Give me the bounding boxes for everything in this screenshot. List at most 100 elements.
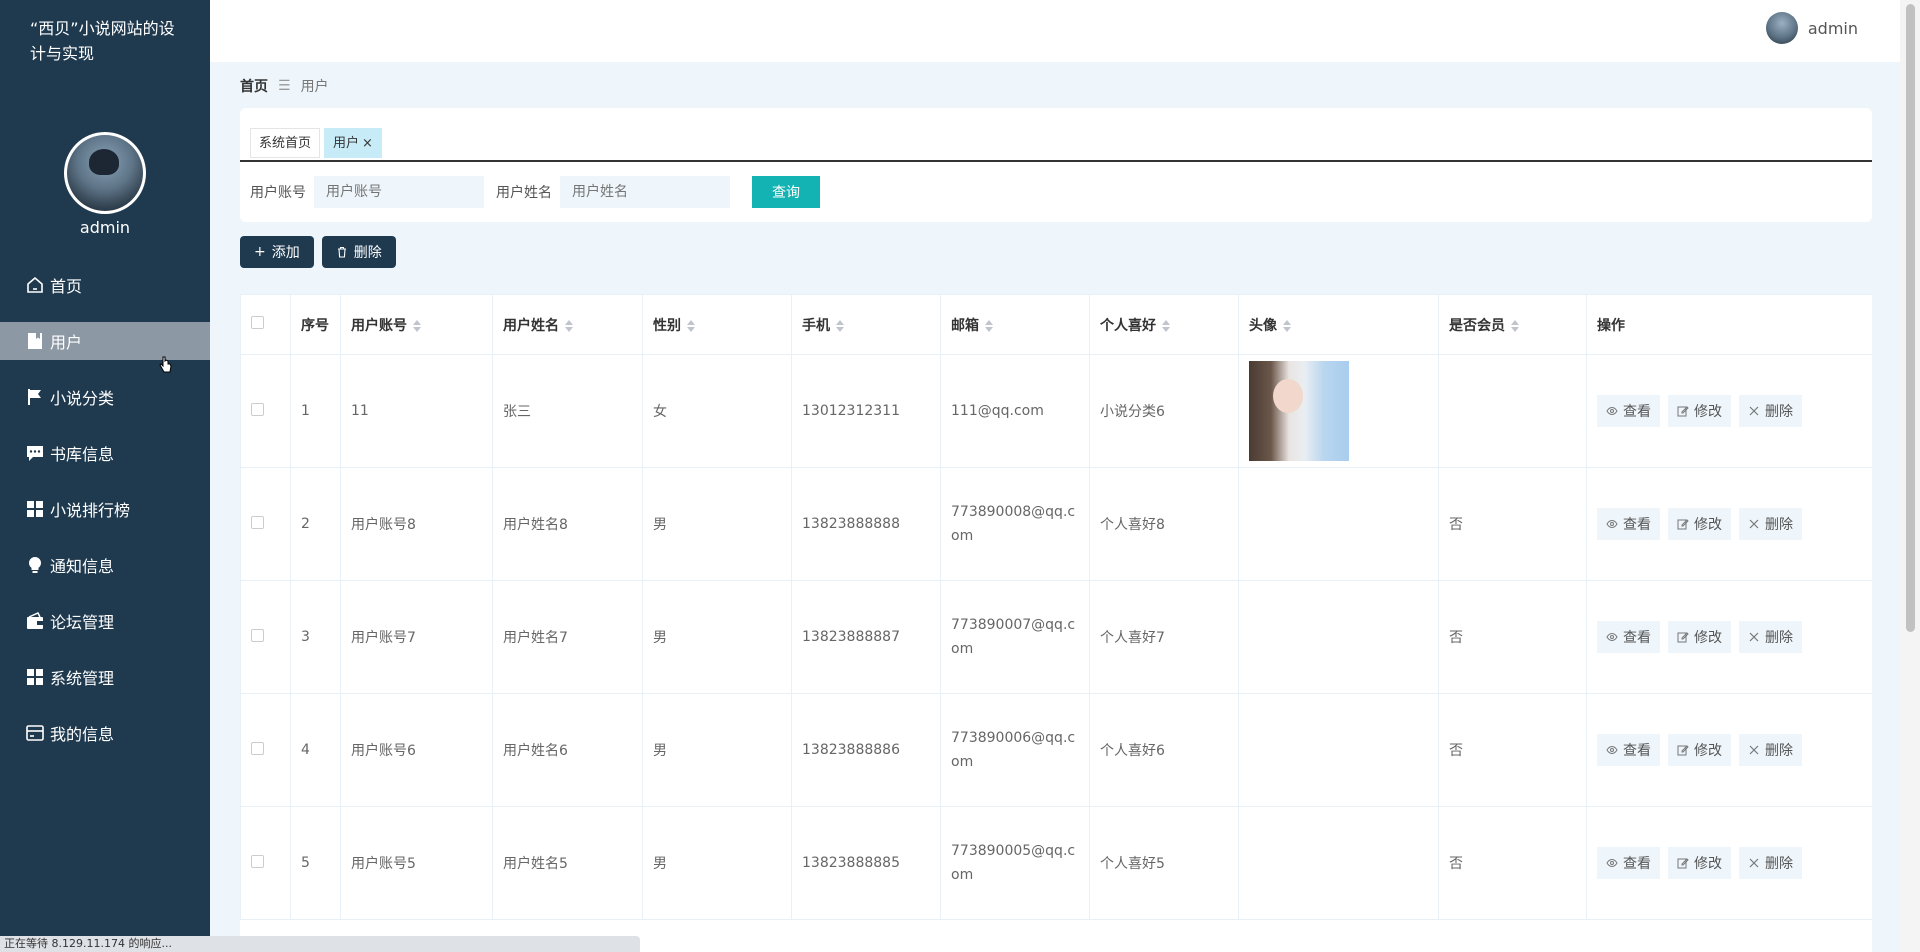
breadcrumb-home[interactable]: 首页: [240, 76, 268, 96]
table-header-row: 序号 用户账号 用户姓名 性别 手机 邮箱 个人喜好 头像 是否会员 操作: [240, 294, 1872, 355]
tabs-divider: [240, 160, 1872, 162]
sidebar-item-4[interactable]: 小说排行榜: [0, 490, 210, 528]
view-button[interactable]: 查看: [1597, 847, 1660, 879]
cell-avatar: [1238, 693, 1439, 807]
header-user[interactable]: admin: [1765, 12, 1858, 44]
sort-caret-icon[interactable]: [985, 319, 993, 332]
row-checkbox[interactable]: [251, 402, 264, 416]
name-search-input[interactable]: [560, 176, 730, 208]
delete-button[interactable]: 删除: [1739, 847, 1802, 879]
delete-button[interactable]: 删除: [1739, 395, 1802, 427]
row-checkbox[interactable]: [251, 854, 264, 868]
row-select-cell[interactable]: [240, 354, 291, 468]
add-label: 添加: [271, 245, 300, 261]
sort-caret-icon[interactable]: [1511, 319, 1519, 332]
sidebar-item-5[interactable]: 通知信息: [0, 546, 210, 584]
column-header[interactable]: 手机: [791, 294, 941, 355]
delete-button[interactable]: 删除: [1739, 734, 1802, 766]
eye-icon: [1606, 405, 1618, 417]
sidebar-item-1[interactable]: 用户: [0, 322, 210, 360]
sort-caret-icon[interactable]: [565, 319, 573, 332]
table-row: 4 用户账号6 用户姓名6 男 13823888886 773890006@qq.com 个…: [240, 693, 1872, 807]
row-select-cell[interactable]: [240, 806, 291, 920]
edit-button[interactable]: 修改: [1668, 395, 1731, 427]
sidebar-item-0[interactable]: 首页: [0, 266, 210, 304]
sort-caret-icon[interactable]: [413, 319, 421, 332]
sort-caret-icon[interactable]: [1283, 319, 1291, 332]
column-header[interactable]: 用户姓名: [492, 294, 643, 355]
cell-avatar: [1238, 580, 1439, 694]
select-all-cell[interactable]: [240, 294, 291, 355]
edit-button[interactable]: 修改: [1668, 508, 1731, 540]
row-checkbox[interactable]: [251, 628, 264, 642]
close-icon: [1748, 857, 1760, 869]
column-header[interactable]: 邮箱: [940, 294, 1090, 355]
column-header[interactable]: 用户账号: [340, 294, 493, 355]
edit-button[interactable]: 修改: [1668, 734, 1731, 766]
sort-caret-icon[interactable]: [836, 319, 844, 332]
select-all-checkbox[interactable]: [251, 316, 264, 329]
close-icon[interactable]: ×: [362, 136, 373, 151]
tab-1[interactable]: 用户 ×: [324, 128, 382, 158]
sidebar-item-6[interactable]: 论坛管理: [0, 602, 210, 640]
cell-member: [1438, 354, 1587, 468]
cell-phone: 13012312311: [791, 354, 941, 468]
column-header-label: 邮箱: [951, 317, 979, 334]
query-button[interactable]: 查询: [752, 176, 820, 208]
view-button[interactable]: 查看: [1597, 395, 1660, 427]
cell-account: 用户账号5: [340, 806, 493, 920]
column-header[interactable]: 个人喜好: [1089, 294, 1239, 355]
view-button[interactable]: 查看: [1597, 621, 1660, 653]
sidebar-item-7[interactable]: 系统管理: [0, 658, 210, 696]
sidebar-item-8[interactable]: 我的信息: [0, 714, 210, 752]
sidebar: “西贝”小说网站的设计与实现 admin 首页 用户 小说分类 书库信息 小说排行榜 通知…: [0, 0, 210, 952]
cell-gender: 女: [642, 354, 792, 468]
sidebar-item-3[interactable]: 书库信息: [0, 434, 210, 472]
view-label: 查看: [1623, 630, 1651, 646]
page-scrollbar[interactable]: [1900, 0, 1920, 952]
sort-caret-icon[interactable]: [687, 319, 695, 332]
cell-member: 否: [1438, 806, 1587, 920]
cell-operations: 查看 修改 删除: [1586, 693, 1872, 807]
header-avatar[interactable]: [1765, 12, 1798, 44]
tab-0[interactable]: 系统首页: [250, 128, 321, 158]
sidebar-item-label: 用户: [50, 333, 83, 352]
view-label: 查看: [1623, 856, 1651, 872]
column-header[interactable]: 是否会员: [1438, 294, 1587, 355]
header-username[interactable]: admin: [1808, 19, 1858, 38]
cell-email: 111@qq.com: [940, 354, 1090, 468]
delete-button[interactable]: 删除: [1739, 621, 1802, 653]
row-select-cell[interactable]: [240, 693, 291, 807]
batch-delete-button[interactable]: 删除: [321, 236, 396, 268]
cell-gender: 男: [642, 693, 792, 807]
delete-button[interactable]: 删除: [1739, 508, 1802, 540]
cell-operations: 查看 修改 删除: [1586, 467, 1872, 581]
delete-label: 删除: [1765, 517, 1793, 533]
sort-caret-icon[interactable]: [1162, 319, 1170, 332]
view-button[interactable]: 查看: [1597, 508, 1660, 540]
sidebar-item-label: 我的信息: [50, 725, 115, 744]
add-button[interactable]: + 添加: [240, 236, 314, 268]
cell-phone: 13823888885: [791, 806, 941, 920]
column-header[interactable]: 头像: [1238, 294, 1439, 355]
sidebar-item-2[interactable]: 小说分类: [0, 378, 210, 416]
row-checkbox[interactable]: [251, 741, 264, 755]
column-header[interactable]: 性别: [642, 294, 792, 355]
row-select-cell[interactable]: [240, 467, 291, 581]
row-select-cell[interactable]: [240, 580, 291, 694]
column-header-label: 操作: [1597, 317, 1625, 334]
sidebar-item-label: 书库信息: [50, 445, 115, 464]
cell-name: 用户姓名8: [492, 467, 643, 581]
brand-title: “西贝”小说网站的设计与实现: [30, 19, 175, 63]
column-header-label: 用户账号: [351, 317, 407, 334]
account-search-input[interactable]: [314, 176, 484, 208]
view-label: 查看: [1623, 517, 1651, 533]
cell-gender: 男: [642, 806, 792, 920]
scrollbar-thumb[interactable]: [1906, 4, 1915, 632]
edit-button[interactable]: 修改: [1668, 621, 1731, 653]
edit-label: 修改: [1694, 630, 1722, 646]
action-bar: + 添加 删除: [240, 236, 396, 268]
row-checkbox[interactable]: [251, 515, 264, 529]
view-button[interactable]: 查看: [1597, 734, 1660, 766]
edit-button[interactable]: 修改: [1668, 847, 1731, 879]
